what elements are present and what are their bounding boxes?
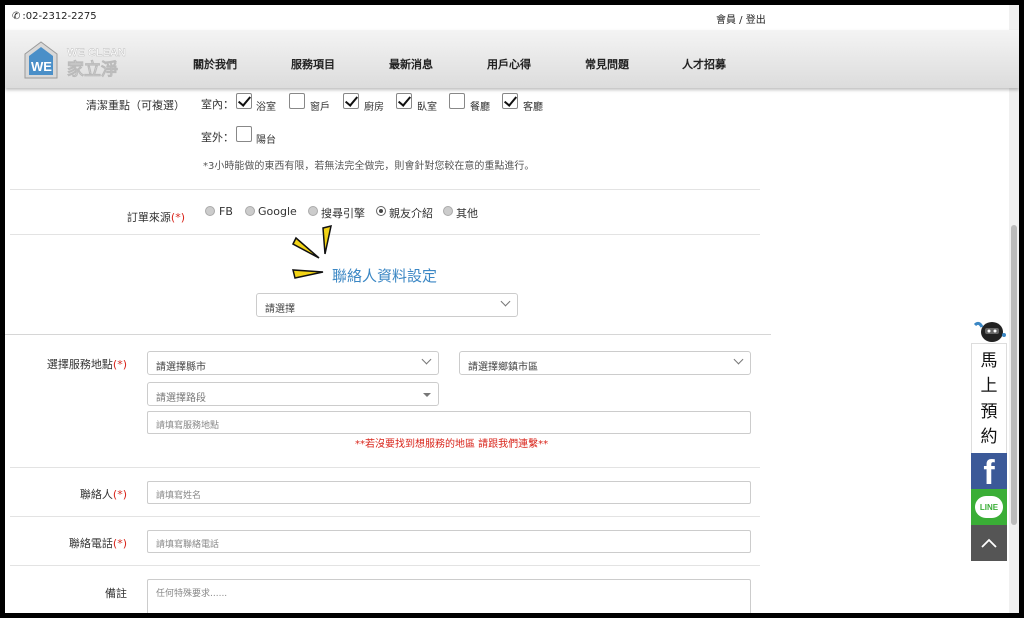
city-select[interactable]: 請選擇縣市 bbox=[147, 351, 439, 375]
browser-viewport: ✆ :02-2312-2275 會員 / 登出 WE WE CLEAN 家立淨 … bbox=[5, 5, 1019, 613]
caret-down-icon bbox=[423, 393, 431, 397]
checkbox-label-dining: 餐廳 bbox=[470, 102, 490, 113]
address-input[interactable]: 請填寫服務地點 bbox=[147, 411, 751, 434]
cleaning-focus-label: 清潔重點（可複選） bbox=[86, 99, 185, 112]
checkbox-living-room[interactable] bbox=[502, 93, 518, 109]
divider bbox=[10, 189, 760, 190]
divider bbox=[10, 234, 760, 235]
book-now-char: 馬 bbox=[980, 350, 998, 371]
radio-label-fb: FB bbox=[219, 205, 233, 218]
radio-other[interactable] bbox=[443, 206, 453, 216]
order-source-label: 訂單來源(*) bbox=[126, 211, 185, 224]
top-bar: ✆ :02-2312-2275 會員 / 登出 bbox=[5, 5, 1019, 30]
phone-number: :02-2312-2275 bbox=[22, 11, 97, 22]
line-button[interactable]: LINE bbox=[971, 489, 1007, 525]
main-nav: WE WE CLEAN 家立淨 關於我們 服務項目 最新消息 用戶心得 常見問題… bbox=[5, 30, 1019, 88]
radio-fb[interactable] bbox=[205, 206, 215, 216]
checkbox-balcony[interactable] bbox=[236, 126, 252, 142]
member-logout-link[interactable]: 會員 / 登出 bbox=[716, 11, 766, 26]
nav-faq[interactable]: 常見問題 bbox=[585, 56, 629, 72]
nav-careers[interactable]: 人才招募 bbox=[682, 56, 726, 72]
region-notice: **若沒要找到想服務的地區 請跟我們連繫** bbox=[355, 439, 549, 450]
contact-preset-select[interactable]: 請選擇 bbox=[256, 293, 518, 317]
chevron-down-icon bbox=[421, 354, 432, 365]
road-select[interactable]: 請選擇路段 bbox=[147, 382, 439, 406]
nav-news[interactable]: 最新消息 bbox=[389, 56, 433, 72]
contact-name-input[interactable]: 請填寫姓名 bbox=[147, 481, 751, 504]
divider bbox=[10, 516, 760, 517]
divider bbox=[10, 467, 760, 468]
chevron-down-icon bbox=[733, 354, 744, 365]
robot-mascot-icon bbox=[973, 321, 1006, 342]
divider bbox=[10, 565, 760, 566]
contact-name-label: 聯絡人(*) bbox=[79, 488, 127, 501]
facebook-button[interactable]: f bbox=[971, 453, 1007, 492]
svg-text:WE: WE bbox=[31, 59, 52, 74]
book-now-char: 上 bbox=[980, 376, 998, 397]
indoor-label: 室內： bbox=[201, 98, 234, 111]
chevron-down-icon bbox=[500, 296, 511, 307]
book-now-char: 預 bbox=[980, 401, 998, 422]
outdoor-label: 室外： bbox=[201, 131, 234, 144]
checkbox-dining[interactable] bbox=[449, 93, 465, 109]
phone-contact: ✆ :02-2312-2275 bbox=[12, 11, 97, 22]
checkbox-label-kitchen: 廚房 bbox=[364, 102, 384, 113]
divider bbox=[5, 334, 771, 335]
svg-text:WE CLEAN: WE CLEAN bbox=[67, 47, 126, 59]
back-to-top-button[interactable] bbox=[971, 525, 1007, 561]
checkbox-label-bedroom: 臥室 bbox=[417, 102, 437, 113]
svg-text:家立淨: 家立淨 bbox=[67, 59, 118, 80]
checkbox-label-bathroom: 浴室 bbox=[256, 102, 276, 113]
nav-services[interactable]: 服務項目 bbox=[291, 56, 335, 72]
book-now-char: 約 bbox=[980, 427, 998, 448]
nav-testimonials[interactable]: 用戶心得 bbox=[487, 56, 531, 72]
remark-textarea[interactable]: 任何特殊要求...... bbox=[147, 579, 751, 613]
radio-label-search-engine: 搜尋引擎 bbox=[321, 207, 365, 220]
cleaning-note: *3小時能做的東西有限，若無法完全做完，則會針對您較在意的重點進行。 bbox=[203, 161, 535, 172]
line-icon: LINE bbox=[975, 496, 1003, 518]
remark-label: 備註 bbox=[105, 587, 127, 600]
radio-google[interactable] bbox=[245, 206, 255, 216]
phone-icon: ✆ bbox=[12, 11, 21, 22]
checkbox-window[interactable] bbox=[289, 93, 305, 109]
contact-settings-title: 聯絡人資料設定 bbox=[332, 267, 438, 285]
radio-label-other: 其他 bbox=[456, 207, 478, 220]
checkbox-label-living-room: 客廳 bbox=[523, 102, 543, 113]
nav-about[interactable]: 關於我們 bbox=[193, 56, 237, 72]
chevron-up-icon bbox=[981, 538, 997, 548]
checkbox-label-window: 窗戶 bbox=[310, 102, 330, 113]
service-location-label: 選擇服務地點(*) bbox=[46, 358, 127, 371]
scrollbar-thumb[interactable] bbox=[1011, 225, 1017, 525]
sparkle-icon bbox=[292, 224, 332, 279]
radio-friend-referral[interactable] bbox=[376, 206, 386, 216]
checkbox-label-balcony: 陽台 bbox=[256, 135, 276, 146]
book-now-button[interactable]: 馬 上 預 約 bbox=[971, 343, 1007, 455]
facebook-icon: f bbox=[983, 454, 995, 492]
checkbox-kitchen[interactable] bbox=[343, 93, 359, 109]
radio-label-friend-referral: 親友介紹 bbox=[389, 207, 433, 220]
radio-label-google: Google bbox=[258, 205, 297, 218]
site-logo[interactable]: WE WE CLEAN 家立淨 bbox=[23, 38, 135, 82]
contact-phone-label: 聯絡電話(*) bbox=[68, 537, 127, 550]
radio-search-engine[interactable] bbox=[308, 206, 318, 216]
checkbox-bathroom[interactable] bbox=[236, 93, 252, 109]
checkbox-bedroom[interactable] bbox=[396, 93, 412, 109]
district-select[interactable]: 請選擇鄉鎮市區 bbox=[459, 351, 751, 375]
contact-phone-input[interactable]: 請填寫聯絡電話 bbox=[147, 530, 751, 553]
